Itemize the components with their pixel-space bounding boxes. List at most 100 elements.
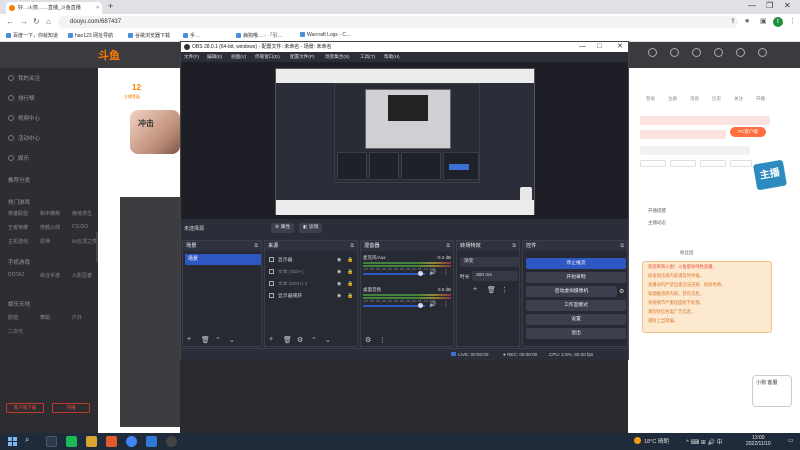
menu-view[interactable]: 视图(V) <box>231 54 246 60</box>
volume-slider-knob[interactable] <box>418 271 423 276</box>
customer-service-icon[interactable]: 小狗 客服 <box>752 375 792 407</box>
history-icon[interactable] <box>714 48 723 57</box>
tag[interactable] <box>670 160 696 167</box>
notification-icon[interactable]: ▭ <box>788 437 794 444</box>
nav-small-item[interactable]: CS:GO <box>72 224 88 230</box>
channel-menu-icon[interactable]: ⋮ <box>443 301 449 308</box>
studio-mode-button[interactable]: 工作室模式 <box>526 300 626 311</box>
volume-slider[interactable] <box>363 305 425 307</box>
menu-scene-collection[interactable]: 场景集合(S) <box>325 54 350 60</box>
video-area[interactable] <box>120 197 180 427</box>
nav-item-rank[interactable]: 排行榜 <box>8 94 35 102</box>
menu-edit[interactable]: 编辑(E) <box>207 54 222 60</box>
menu-icon[interactable]: ⋮ <box>789 17 796 25</box>
dock-float-icon[interactable]: ⧉ <box>446 241 450 251</box>
settings-button[interactable]: 设置 <box>526 314 626 325</box>
nav-small-item[interactable]: 户外 <box>72 314 82 321</box>
app-icon[interactable] <box>146 436 157 447</box>
lock-icon[interactable]: 🔒 <box>347 267 353 278</box>
right-text[interactable]: 主播动态 <box>648 220 666 226</box>
scene-list-item[interactable]: 场景 <box>185 254 261 265</box>
nav-small-item[interactable]: lol云顶之弈 <box>72 238 97 245</box>
nav-small-item[interactable]: 主机游戏 <box>8 238 28 245</box>
properties-button[interactable]: ⚙ 属性 <box>271 223 295 233</box>
system-tray[interactable]: ^ ⌨ ⊞ 🔊 中 <box>686 437 723 446</box>
share-icon[interactable]: ⇪ <box>730 17 736 25</box>
start-virtual-camera-button[interactable]: 启动虚拟摄像机 <box>526 286 617 297</box>
dock-float-icon[interactable]: ⧉ <box>512 241 516 251</box>
virtual-camera-settings-icon[interactable]: ⚙ <box>619 288 628 297</box>
nav-small-item[interactable]: 舞蹈 <box>40 314 50 321</box>
advanced-audio-icon[interactable]: ⚙ <box>365 336 371 344</box>
source-properties-icon[interactable]: ⚙ <box>297 336 303 344</box>
mixer-menu-icon[interactable]: ⋮ <box>379 336 386 344</box>
register-icon[interactable] <box>670 48 679 57</box>
add-transition-icon[interactable]: + <box>473 286 477 293</box>
source-item[interactable]: 文本 (GDI+) 2 ◉ 🔒 <box>269 279 353 290</box>
nav-small-item[interactable]: 综合手游 <box>40 272 60 279</box>
address-bar[interactable]: douyu.com/687437 <box>58 16 738 28</box>
nav-small-item[interactable]: 英雄联盟 <box>8 210 28 217</box>
nav-small-item[interactable]: DOTA2 <box>8 272 24 278</box>
bookmark-item[interactable]: 病狗哦… - 「引… <box>236 32 282 39</box>
bookmark-item[interactable]: 谷歌浏览器下载 <box>128 32 170 39</box>
bookmark-item[interactable]: hao123 网址导航 <box>68 32 113 39</box>
dock-float-icon[interactable]: ⧉ <box>254 241 258 251</box>
menu-profile[interactable]: 配置文件(P) <box>290 54 315 60</box>
lock-icon[interactable]: 🔒 <box>347 291 353 302</box>
speaker-icon[interactable]: 🔊 <box>429 301 436 308</box>
speaker-icon[interactable]: 🔊 <box>429 269 436 276</box>
remove-source-icon[interactable]: 🗑 <box>283 336 292 344</box>
nav-item-video[interactable]: 视频中心 <box>8 114 40 122</box>
dock-float-icon[interactable]: ⧉ <box>620 241 624 251</box>
transition-menu-icon[interactable]: ⋮ <box>501 286 508 294</box>
right-text[interactable]: 开播提醒 <box>648 208 666 214</box>
forward-icon[interactable]: → <box>20 17 28 26</box>
back-icon[interactable]: ← <box>6 17 14 26</box>
close-window-button[interactable]: ✕ <box>784 1 791 10</box>
nav-small-item[interactable]: 颜值 <box>8 314 18 321</box>
nav-small-item[interactable]: 火影忍者 <box>72 272 92 279</box>
task-view-icon[interactable] <box>46 436 57 447</box>
follow-icon[interactable] <box>736 48 745 57</box>
start-menu-icon[interactable] <box>8 437 17 446</box>
reload-icon[interactable]: ↻ <box>33 17 40 26</box>
start-stream-button[interactable]: 开播 <box>52 403 90 413</box>
stream-banner-image[interactable] <box>130 110 180 154</box>
obs-maximize-button[interactable]: □ <box>597 42 601 52</box>
volume-slider[interactable] <box>363 273 425 275</box>
broadcast-icon[interactable] <box>758 48 767 57</box>
obs-preview[interactable] <box>275 68 535 215</box>
home-icon[interactable]: ⌂ <box>46 17 51 26</box>
nav-item-follow[interactable]: 我的关注 <box>8 74 40 82</box>
nav-small-item[interactable]: 和平精英 <box>40 210 60 217</box>
transition-select[interactable]: 渐变 <box>460 257 520 267</box>
bookmark-star-icon[interactable]: ★ <box>744 17 750 25</box>
visibility-eye-icon[interactable]: ◉ <box>337 267 341 278</box>
profile-avatar[interactable]: t <box>773 17 783 27</box>
obs-close-button[interactable]: ✕ <box>617 42 623 52</box>
move-up-icon[interactable]: ⌃ <box>311 336 317 344</box>
tab-close-icon[interactable]: × <box>96 2 99 14</box>
exit-button[interactable]: 退出 <box>526 328 626 339</box>
add-scene-icon[interactable]: + <box>187 336 191 343</box>
new-tab-button[interactable]: + <box>108 1 113 11</box>
maximize-button[interactable]: ❐ <box>766 1 773 10</box>
pc-client-button[interactable]: PC客户端 <box>730 127 766 137</box>
menu-docks[interactable]: 停靠窗口(D) <box>255 54 280 60</box>
extensions-icon[interactable]: ▣ <box>760 17 767 25</box>
visibility-eye-icon[interactable]: ◉ <box>337 291 341 302</box>
remove-scene-icon[interactable]: 🗑 <box>201 336 210 344</box>
move-up-icon[interactable]: ⌃ <box>215 336 221 344</box>
nav-small-item[interactable]: 原神 <box>40 238 50 245</box>
lock-icon[interactable]: 🔒 <box>347 279 353 290</box>
source-item[interactable]: 文本 (GDI+) ◉ 🔒 <box>269 267 353 278</box>
weather-widget[interactable]: 18°C 晴朗 <box>634 437 669 445</box>
chrome-icon[interactable] <box>126 436 137 447</box>
bookmark-item[interactable]: 手… <box>183 32 200 39</box>
obs-taskbar-icon[interactable] <box>166 436 177 447</box>
filters-button[interactable]: ◧ 滤镜 <box>299 223 323 233</box>
add-source-icon[interactable]: + <box>269 336 273 343</box>
move-down-icon[interactable]: ⌄ <box>229 336 235 344</box>
client-download-button[interactable]: 客户端下载 <box>6 403 44 413</box>
